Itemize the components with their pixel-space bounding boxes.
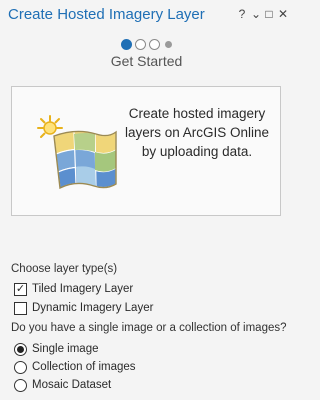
tiled-imagery-label: Tiled Imagery Layer (32, 283, 134, 295)
tiled-imagery-checkbox[interactable]: ✓ (14, 282, 27, 296)
step-dot-4 (165, 40, 172, 48)
title-bar: Create Hosted Imagery Layer ? ⌄ □ ✕ (0, 0, 293, 30)
options-menu-button[interactable]: ⌄ (249, 7, 263, 21)
collection-of-images-option[interactable]: Collection of images (14, 359, 136, 375)
step-title: Get Started (110, 53, 183, 69)
mosaic-dataset-option[interactable]: Mosaic Dataset (14, 377, 111, 393)
close-button[interactable]: ✕ (276, 7, 290, 21)
help-button[interactable]: ? (235, 7, 249, 21)
dynamic-imagery-checkbox[interactable] (14, 301, 27, 315)
window-title: Create Hosted Imagery Layer (8, 6, 205, 23)
single-image-radio[interactable] (14, 342, 27, 356)
wizard-step-indicator (121, 38, 172, 50)
mosaic-dataset-label: Mosaic Dataset (32, 379, 112, 391)
image-source-label: Do you have a single image or a collecti… (11, 322, 287, 334)
dynamic-imagery-layer-option[interactable]: Dynamic Imagery Layer (14, 300, 153, 316)
intro-text: Create hosted imagery layers on ArcGIS O… (124, 106, 270, 159)
dynamic-imagery-label: Dynamic Imagery Layer (32, 302, 154, 314)
radio-selected-dot (17, 345, 24, 353)
maximize-button[interactable]: □ (262, 7, 276, 21)
tiled-imagery-layer-option[interactable]: ✓ Tiled Imagery Layer (14, 281, 133, 297)
single-image-label: Single image (32, 343, 99, 355)
step-dot-2 (135, 38, 146, 50)
intro-card: Create hosted imagery layers on ArcGIS O… (11, 86, 281, 216)
step-dot-3 (149, 38, 160, 50)
collection-of-images-radio[interactable] (14, 360, 27, 374)
layer-type-label: Choose layer type(s) (11, 263, 118, 275)
step-dot-1 (121, 38, 132, 50)
imagery-layer-icon (37, 115, 117, 190)
collection-of-images-label: Collection of images (32, 361, 136, 373)
single-image-option[interactable]: Single image (14, 341, 98, 357)
mosaic-dataset-radio[interactable] (14, 378, 27, 392)
